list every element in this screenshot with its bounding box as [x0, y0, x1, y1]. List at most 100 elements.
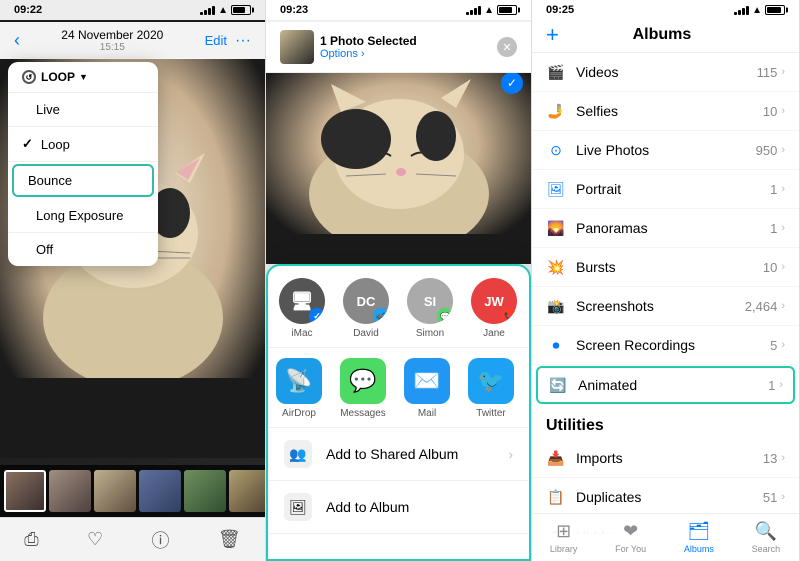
- messages-label: Messages: [340, 408, 386, 419]
- thumb-5[interactable]: [184, 470, 226, 512]
- jane-name: Jane: [483, 328, 505, 339]
- trash-icon[interactable]: 🗑: [218, 529, 241, 550]
- thumb-1[interactable]: [4, 470, 46, 512]
- david-avatar: DC 📹: [343, 278, 389, 324]
- status-time-2: 09:23: [280, 4, 308, 16]
- dropdown-header[interactable]: ↺ LOOP ▼: [8, 62, 158, 93]
- signal-icon-1: [200, 5, 215, 15]
- nav-library[interactable]: ⊞ Library: [550, 521, 578, 554]
- app-mail[interactable]: ✉️ Mail: [404, 358, 450, 419]
- album-list: 🎬 Videos 115 › 🤳 Selfies 10 › ⊙ Live Pho…: [532, 53, 799, 534]
- album-count-panoramas: 1: [770, 221, 777, 236]
- status-bar-3: 09:25 ▲: [532, 0, 799, 20]
- library-label: Library: [550, 544, 578, 554]
- action-row: 👥 Add to Shared Album › 🖼 Add to Album: [268, 428, 529, 534]
- status-icons-1: ▲: [200, 5, 251, 16]
- options-button[interactable]: Options ›: [320, 48, 497, 60]
- share-header: 1 Photo Selected Options › ✕: [266, 22, 531, 73]
- album-name-imports: Imports: [576, 450, 763, 466]
- album-count-selfies: 10: [763, 104, 777, 119]
- album-count-screenshots: 2,464: [745, 299, 778, 314]
- checkmark-overlay: ✓: [501, 72, 523, 94]
- album-duplicates[interactable]: 📋 Duplicates 51 ›: [532, 478, 799, 517]
- album-name-selfies: Selfies: [576, 103, 763, 119]
- back-icon-1[interactable]: ‹: [14, 30, 20, 51]
- bottom-nav-3: ⊞ Library ❤ For You 🗂 Albums 🔍 Search: [532, 513, 799, 561]
- album-screen-recordings[interactable]: ⏺ Screen Recordings 5 ›: [532, 326, 799, 365]
- thumb-3[interactable]: [94, 470, 136, 512]
- twitter-icon: 🐦: [468, 358, 514, 404]
- add-to-album[interactable]: 🖼 Add to Album: [268, 481, 529, 534]
- album-imports[interactable]: 📥 Imports 13 ›: [532, 439, 799, 478]
- album-animated[interactable]: 🔄 Animated 1 ›: [536, 366, 795, 404]
- album-panoramas[interactable]: 🌄 Panoramas 1 ›: [532, 209, 799, 248]
- info-icon[interactable]: ⓘ: [152, 527, 170, 553]
- chevron-panoramas: ›: [781, 222, 785, 234]
- nav-for-you[interactable]: ❤ For You: [615, 521, 646, 554]
- album-videos[interactable]: 🎬 Videos 115 ›: [532, 53, 799, 92]
- portrait-icon: 🖼: [546, 179, 566, 199]
- chevron-live: ›: [781, 144, 785, 156]
- for-you-icon: ❤: [623, 521, 638, 542]
- dropdown-bounce[interactable]: Bounce: [12, 164, 154, 197]
- contact-david[interactable]: DC 📹 David: [340, 278, 392, 339]
- header-bar-1: ‹ 24 November 2020 15:15 Edit ···: [0, 22, 265, 59]
- album-name-videos: Videos: [576, 64, 757, 80]
- album-count-screen-recordings: 5: [770, 338, 777, 353]
- album-count-bursts: 10: [763, 260, 777, 275]
- edit-button[interactable]: Edit: [205, 33, 227, 48]
- status-time-1: 09:22: [14, 4, 42, 16]
- date-main: 24 November 2020: [61, 28, 163, 42]
- chevron-videos: ›: [781, 66, 785, 78]
- dropdown-live[interactable]: Live: [8, 93, 158, 127]
- dropdown-long-exposure[interactable]: Long Exposure: [8, 199, 158, 233]
- selected-text: 1 Photo Selected: [320, 34, 497, 48]
- app-messages[interactable]: 💬 Messages: [340, 358, 386, 419]
- airdrop-label: AirDrop: [282, 408, 316, 419]
- contact-jane[interactable]: JW 📞 Jane: [468, 278, 520, 339]
- add-shared-album[interactable]: 👥 Add to Shared Album ›: [268, 428, 529, 481]
- albums-icon: 🗂: [687, 521, 710, 542]
- album-bursts[interactable]: 💥 Bursts 10 ›: [532, 248, 799, 287]
- app-airdrop[interactable]: 📡 AirDrop: [276, 358, 322, 419]
- heart-icon[interactable]: ♡: [87, 529, 103, 550]
- contact-imac[interactable]: 🖥 ✓ iMac: [276, 278, 328, 339]
- shared-album-icon: 👥: [284, 440, 312, 468]
- more-button[interactable]: ···: [235, 32, 251, 50]
- status-bar-2: 09:23 ▲: [266, 0, 531, 20]
- close-button[interactable]: ✕: [497, 37, 517, 57]
- contact-simon[interactable]: SI 💬 Simon: [404, 278, 456, 339]
- dropdown-loop[interactable]: Loop: [8, 127, 158, 162]
- share-icon[interactable]: ⎙: [24, 529, 38, 550]
- twitter-label: Twitter: [476, 408, 505, 419]
- app-twitter[interactable]: 🐦 Twitter: [468, 358, 514, 419]
- search-icon: 🔍: [755, 521, 777, 542]
- dropdown-off[interactable]: Off: [8, 233, 158, 266]
- album-count-live: 950: [756, 143, 778, 158]
- mail-icon: ✉️: [404, 358, 450, 404]
- nav-search[interactable]: 🔍 Search: [752, 521, 781, 554]
- david-badge: 📹: [373, 308, 389, 324]
- screen-recordings-icon: ⏺: [546, 335, 566, 355]
- chevron-animated: ›: [779, 379, 783, 391]
- nav-albums[interactable]: 🗂 Albums: [684, 521, 714, 554]
- app-row: 📡 AirDrop 💬 Messages ✉️ Mail 🐦 Twitter: [268, 348, 529, 428]
- add-album-button[interactable]: +: [546, 24, 559, 46]
- album-name-screen-recordings: Screen Recordings: [576, 337, 770, 353]
- jane-badge: 📞: [501, 308, 517, 324]
- album-selfies[interactable]: 🤳 Selfies 10 ›: [532, 92, 799, 131]
- jane-avatar: JW 📞: [471, 278, 517, 324]
- thumb-2[interactable]: [49, 470, 91, 512]
- album-portrait[interactable]: 🖼 Portrait 1 ›: [532, 170, 799, 209]
- album-live-photos[interactable]: ⊙ Live Photos 950 ›: [532, 131, 799, 170]
- album-screenshots[interactable]: 📸 Screenshots 2,464 ›: [532, 287, 799, 326]
- simon-avatar: SI 💬: [407, 278, 453, 324]
- animated-icon: 🔄: [548, 375, 568, 395]
- add-album-icon: 🖼: [284, 493, 312, 521]
- wifi-icon-1: ▲: [218, 5, 228, 16]
- thumb-6[interactable]: [229, 470, 265, 512]
- album-name-panoramas: Panoramas: [576, 220, 770, 236]
- loop-label: LOOP: [41, 70, 75, 84]
- toolbar-1: ⎙ ♡ ⓘ 🗑: [0, 517, 265, 561]
- thumb-4[interactable]: [139, 470, 181, 512]
